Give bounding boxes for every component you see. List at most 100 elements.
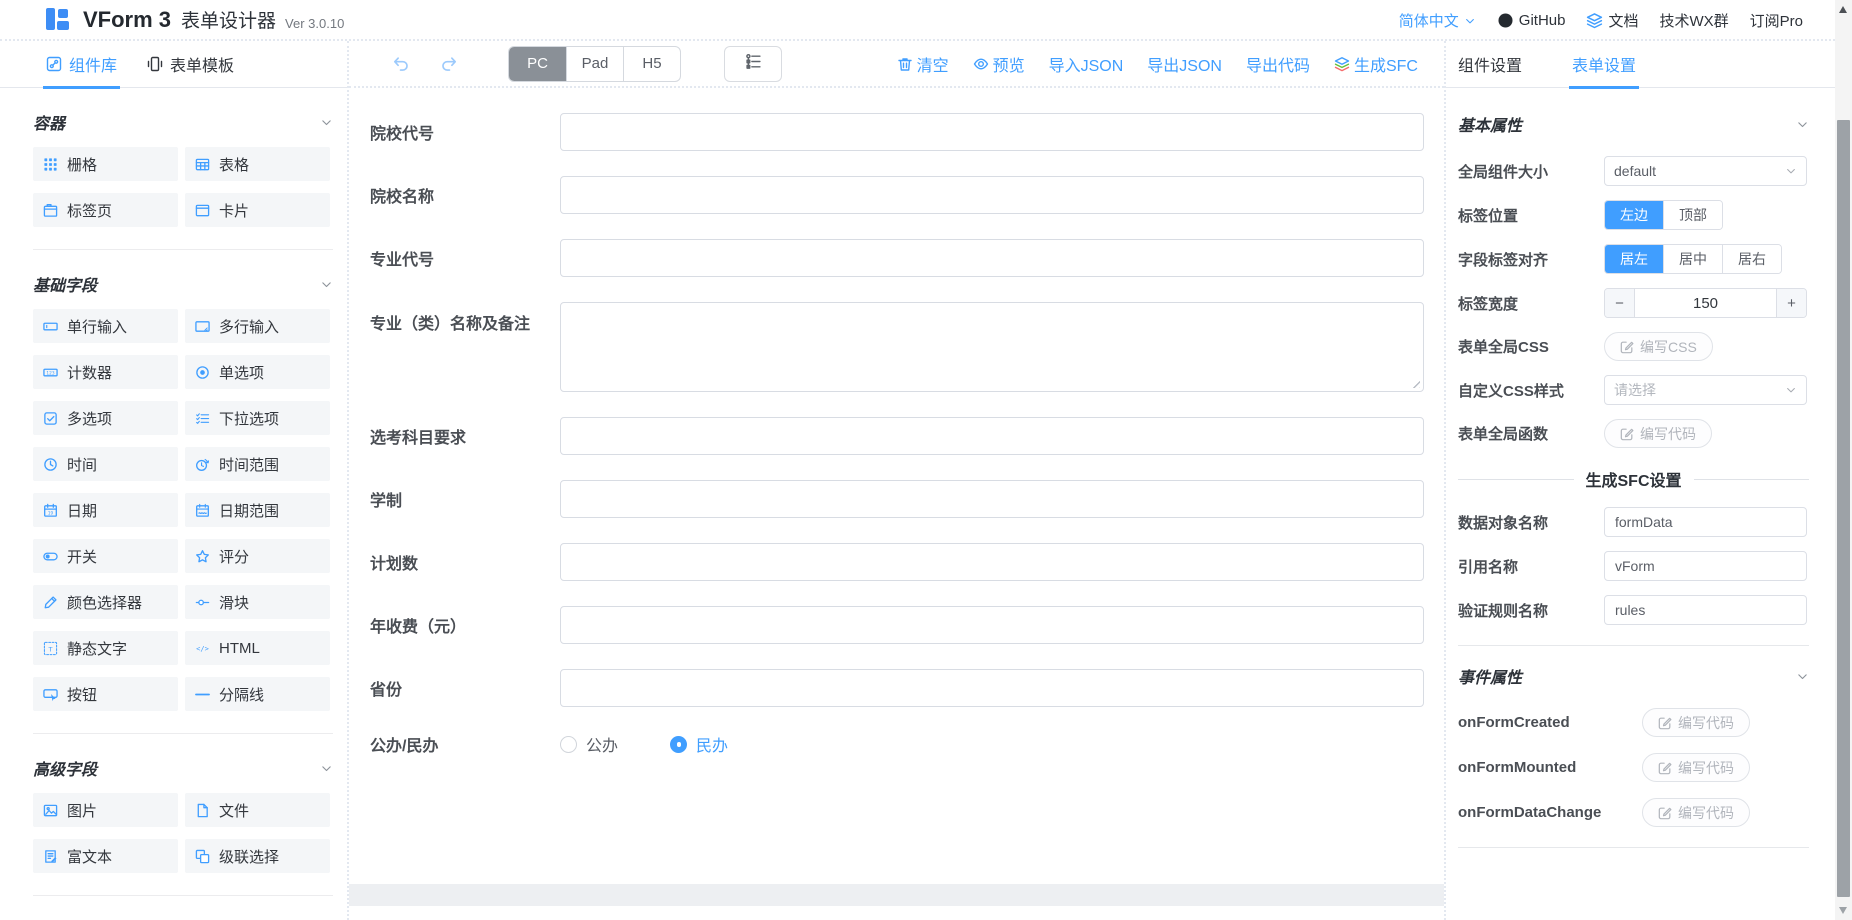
widget-checkbox[interactable]: 多选项 <box>33 401 178 435</box>
github-icon <box>1497 12 1514 29</box>
section-basic-props[interactable]: 基本属性 <box>1458 112 1809 136</box>
text-input[interactable] <box>560 176 1424 214</box>
widget-color[interactable]: 颜色选择器 <box>33 585 178 619</box>
widget-switch[interactable]: 开关 <box>33 539 178 573</box>
textarea-input[interactable] <box>560 302 1424 392</box>
label-align-center[interactable]: 居中 <box>1663 245 1722 273</box>
export-code-button[interactable]: 导出代码 <box>1246 52 1310 76</box>
text-input[interactable] <box>560 417 1424 455</box>
data-object-name-input[interactable] <box>1604 507 1807 537</box>
custom-css-select[interactable]: 请选择 <box>1604 375 1807 405</box>
form-row[interactable]: 公办/民办 公办 民办 <box>370 732 1444 756</box>
resize-handle-icon[interactable] <box>1410 378 1420 388</box>
widget-number[interactable]: 123计数器 <box>33 355 178 389</box>
form-row[interactable]: 院校名称 <box>370 176 1444 214</box>
scrollbar-thumb[interactable] <box>1837 120 1850 897</box>
radio-option-private[interactable]: 民办 <box>670 732 728 756</box>
edit-onformmounted-button[interactable]: 编写代码 <box>1642 753 1750 782</box>
text-input[interactable] <box>560 480 1424 518</box>
widget-picture[interactable]: 图片 <box>33 793 178 827</box>
scroll-up-arrow-icon[interactable] <box>1839 6 1847 13</box>
generate-sfc-button[interactable]: 生成SFC <box>1334 52 1418 76</box>
form-row[interactable]: 专业（类）名称及备注 <box>370 302 1444 392</box>
device-mode-h5[interactable]: H5 <box>623 47 680 81</box>
widget-tabs[interactable]: 标签页 <box>33 193 178 227</box>
setting-label: 表单全局CSS <box>1458 336 1604 357</box>
form-row[interactable]: 专业代号 <box>370 239 1444 277</box>
widget-divider[interactable]: 分隔线 <box>185 677 330 711</box>
redo-icon[interactable] <box>440 54 459 73</box>
tab-widget-settings[interactable]: 组件设置 <box>1458 41 1522 87</box>
decrease-button[interactable]: − <box>1605 289 1634 317</box>
text-input[interactable] <box>560 606 1424 644</box>
undo-icon[interactable] <box>391 54 410 73</box>
label-align-right[interactable]: 居右 <box>1722 245 1781 273</box>
label-position-left[interactable]: 左边 <box>1605 201 1663 229</box>
rules-name-input[interactable] <box>1604 595 1807 625</box>
widget-cascader[interactable]: 级联选择 <box>185 839 330 873</box>
form-row[interactable]: 院校代号 <box>370 113 1444 151</box>
edit-global-functions-button[interactable]: 编写代码 <box>1604 419 1712 448</box>
widget-date-range[interactable]: 日期范围 <box>185 493 330 527</box>
widget-slider[interactable]: 滑块 <box>185 585 330 619</box>
widget-time[interactable]: 时间 <box>33 447 178 481</box>
text-input[interactable] <box>560 113 1424 151</box>
increase-button[interactable]: + <box>1777 289 1806 317</box>
time-icon <box>43 457 58 472</box>
widget-radio[interactable]: 单选项 <box>185 355 330 389</box>
global-size-select[interactable]: default <box>1604 156 1807 186</box>
edit-css-button[interactable]: 编写CSS <box>1604 332 1713 361</box>
clear-button[interactable]: 清空 <box>897 52 949 76</box>
github-link[interactable]: GitHub <box>1497 12 1566 29</box>
widget-static-text[interactable]: T静态文字 <box>33 631 178 665</box>
section-basic-fields[interactable]: 基础字段 <box>33 272 333 296</box>
edit-onformdatachange-button[interactable]: 编写代码 <box>1642 798 1750 827</box>
widget-card[interactable]: 卡片 <box>185 193 330 227</box>
form-row[interactable]: 省份 <box>370 669 1444 707</box>
widget-input[interactable]: 单行输入 <box>33 309 178 343</box>
label-align-left[interactable]: 居左 <box>1605 245 1663 273</box>
ref-name-input[interactable] <box>1604 551 1807 581</box>
edit-onformcreated-button[interactable]: 编写代码 <box>1642 708 1750 737</box>
form-row[interactable]: 选考科目要求 <box>370 417 1444 455</box>
section-advanced-fields[interactable]: 高级字段 <box>33 756 333 780</box>
language-switcher[interactable]: 简体中文 <box>1399 10 1476 31</box>
checkbox-icon <box>43 411 58 426</box>
widget-table[interactable]: 表格 <box>185 147 330 181</box>
import-json-button[interactable]: 导入JSON <box>1049 52 1124 76</box>
scroll-down-arrow-icon[interactable] <box>1839 907 1847 914</box>
tab-form-templates[interactable]: 表单模板 <box>147 41 234 87</box>
widget-rate[interactable]: 评分 <box>185 539 330 573</box>
subscribe-pro-link[interactable]: 订阅Pro <box>1750 10 1803 31</box>
form-row[interactable]: 计划数 <box>370 543 1444 581</box>
device-mode-pc[interactable]: PC <box>509 47 566 81</box>
widget-html[interactable]: </>HTML <box>185 631 330 665</box>
tab-form-settings[interactable]: 表单设置 <box>1572 41 1636 87</box>
export-json-button[interactable]: 导出JSON <box>1147 52 1222 76</box>
preview-button[interactable]: 预览 <box>973 52 1025 76</box>
node-tree-button[interactable] <box>724 46 782 82</box>
wechat-group-link[interactable]: 技术WX群 <box>1659 10 1728 31</box>
text-input[interactable] <box>560 669 1424 707</box>
widget-grid[interactable]: 栅格 <box>33 147 178 181</box>
tab-widget-library[interactable]: 组件库 <box>46 41 117 87</box>
docs-link[interactable]: 文档 <box>1586 10 1638 31</box>
text-input[interactable] <box>560 239 1424 277</box>
widget-file[interactable]: 文件 <box>185 793 330 827</box>
label-position-top[interactable]: 顶部 <box>1663 201 1722 229</box>
device-mode-pad[interactable]: Pad <box>566 47 623 81</box>
widget-rich-text[interactable]: 富文本 <box>33 839 178 873</box>
widget-select[interactable]: 下拉选项 <box>185 401 330 435</box>
widget-button[interactable]: 按钮 <box>33 677 178 711</box>
section-event-props[interactable]: 事件属性 <box>1458 664 1809 688</box>
text-input[interactable] <box>560 543 1424 581</box>
widget-time-range[interactable]: 时间范围 <box>185 447 330 481</box>
label-width-value[interactable]: 150 <box>1634 289 1777 317</box>
widget-textarea[interactable]: 多行输入 <box>185 309 330 343</box>
section-container[interactable]: 容器 <box>33 110 333 134</box>
form-row[interactable]: 学制 <box>370 480 1444 518</box>
radio-option-public[interactable]: 公办 <box>560 732 618 756</box>
page-scrollbar[interactable] <box>1835 0 1852 920</box>
widget-date[interactable]: 19日期 <box>33 493 178 527</box>
form-row[interactable]: 年收费（元） <box>370 606 1444 644</box>
